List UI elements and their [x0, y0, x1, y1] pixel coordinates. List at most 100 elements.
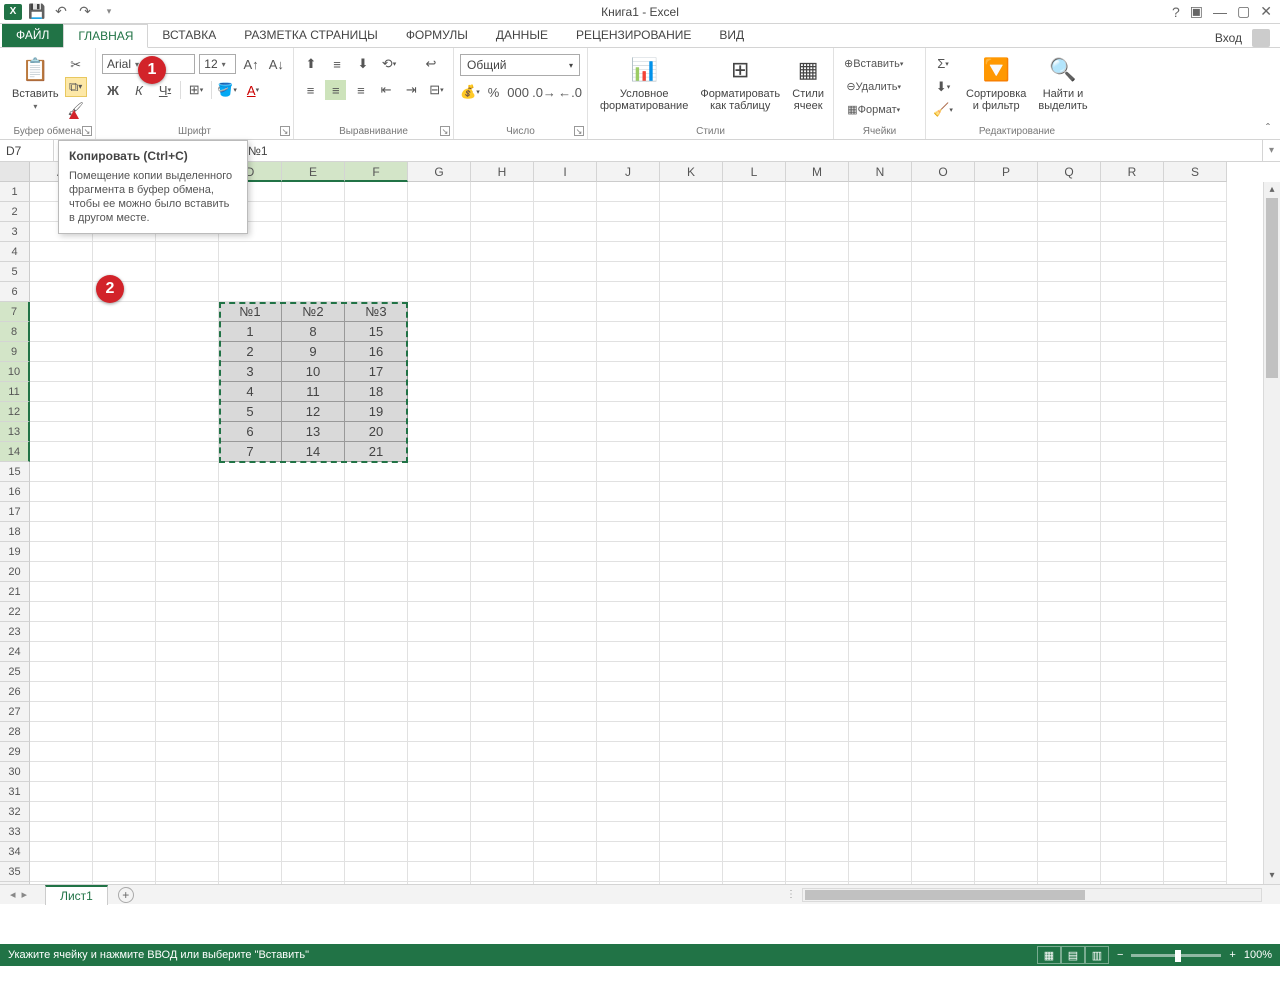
column-header[interactable]: I	[534, 162, 597, 182]
cell[interactable]	[786, 422, 849, 442]
cell[interactable]	[786, 862, 849, 882]
cell[interactable]	[912, 582, 975, 602]
column-header[interactable]: Q	[1038, 162, 1101, 182]
conditional-formatting-button[interactable]: 📊 Условное форматирование	[594, 50, 694, 123]
cell[interactable]	[219, 682, 282, 702]
cell[interactable]	[93, 702, 156, 722]
cell[interactable]	[1164, 862, 1227, 882]
cell[interactable]	[1101, 262, 1164, 282]
cell[interactable]	[1038, 722, 1101, 742]
cell[interactable]	[660, 422, 723, 442]
cell[interactable]	[282, 802, 345, 822]
cell[interactable]	[1164, 302, 1227, 322]
cell[interactable]	[534, 402, 597, 422]
cell[interactable]	[1164, 362, 1227, 382]
cell[interactable]	[660, 342, 723, 362]
cell[interactable]	[219, 742, 282, 762]
column-header[interactable]: N	[849, 162, 912, 182]
cell[interactable]	[30, 842, 93, 862]
cell[interactable]	[93, 582, 156, 602]
cell[interactable]	[408, 822, 471, 842]
cell[interactable]	[660, 442, 723, 462]
cell[interactable]: 5	[219, 402, 282, 422]
cell[interactable]	[597, 602, 660, 622]
cell[interactable]	[408, 362, 471, 382]
cell[interactable]	[597, 742, 660, 762]
cell[interactable]	[723, 582, 786, 602]
cell[interactable]	[723, 402, 786, 422]
cell[interactable]	[849, 262, 912, 282]
cell[interactable]	[1101, 862, 1164, 882]
zoom-slider[interactable]	[1131, 954, 1221, 957]
align-left-button[interactable]: ≡	[300, 80, 321, 100]
cell[interactable]	[975, 262, 1038, 282]
cell[interactable]	[912, 442, 975, 462]
cell[interactable]	[282, 742, 345, 762]
cell[interactable]	[597, 822, 660, 842]
cell[interactable]	[282, 682, 345, 702]
cell[interactable]	[282, 202, 345, 222]
cell[interactable]	[219, 642, 282, 662]
cell[interactable]	[219, 722, 282, 742]
zoom-in-button[interactable]: +	[1229, 949, 1235, 961]
cell[interactable]: 9	[282, 342, 345, 362]
login-link[interactable]: Вход	[1215, 31, 1242, 45]
cell[interactable]	[156, 322, 219, 342]
cell[interactable]	[408, 282, 471, 302]
cell[interactable]	[912, 642, 975, 662]
cell[interactable]	[345, 542, 408, 562]
cell[interactable]	[1038, 482, 1101, 502]
cell[interactable]	[849, 582, 912, 602]
cell[interactable]	[30, 602, 93, 622]
collapse-ribbon-icon[interactable]: ˆ	[1266, 121, 1270, 135]
cell[interactable]	[1038, 342, 1101, 362]
cell[interactable]	[1164, 482, 1227, 502]
cell[interactable]	[282, 622, 345, 642]
cell[interactable]	[471, 242, 534, 262]
cell[interactable]	[597, 442, 660, 462]
cell[interactable]	[1038, 602, 1101, 622]
cell[interactable]	[597, 782, 660, 802]
underline-button[interactable]: Ч▾	[154, 80, 176, 100]
cell[interactable]	[93, 642, 156, 662]
column-header[interactable]: O	[912, 162, 975, 182]
cell[interactable]: 19	[345, 402, 408, 422]
align-top-button[interactable]: ⬆	[300, 54, 322, 74]
cell[interactable]	[849, 402, 912, 422]
cell[interactable]	[660, 842, 723, 862]
cell[interactable]	[156, 242, 219, 262]
cell[interactable]	[1101, 462, 1164, 482]
cell[interactable]	[1164, 262, 1227, 282]
cell[interactable]	[975, 542, 1038, 562]
cell[interactable]	[534, 202, 597, 222]
cell[interactable]	[408, 802, 471, 822]
cell[interactable]	[30, 362, 93, 382]
column-header[interactable]: P	[975, 162, 1038, 182]
cell[interactable]	[534, 582, 597, 602]
number-format-select[interactable]: Общий▾	[460, 54, 580, 76]
cell[interactable]	[219, 862, 282, 882]
cell[interactable]	[30, 462, 93, 482]
cell[interactable]	[534, 742, 597, 762]
inc-decimal-button[interactable]: .0→	[533, 82, 555, 102]
cell[interactable]	[1101, 682, 1164, 702]
dec-decimal-button[interactable]: ←.0	[559, 82, 581, 102]
tab-insert[interactable]: ВСТАВКА	[148, 23, 230, 47]
cell[interactable]	[471, 722, 534, 742]
cell[interactable]	[345, 282, 408, 302]
cell[interactable]	[345, 702, 408, 722]
cell[interactable]	[156, 562, 219, 582]
cell[interactable]	[1164, 382, 1227, 402]
font-color-button[interactable]: A▾	[242, 80, 264, 100]
cell[interactable]	[660, 702, 723, 722]
cell[interactable]	[93, 342, 156, 362]
cell[interactable]: 8	[282, 322, 345, 342]
cell[interactable]	[849, 822, 912, 842]
cell[interactable]	[219, 462, 282, 482]
cell[interactable]	[597, 282, 660, 302]
cell[interactable]	[93, 522, 156, 542]
cell[interactable]	[912, 482, 975, 502]
cell[interactable]	[408, 842, 471, 862]
cell[interactable]	[786, 302, 849, 322]
cell[interactable]	[1101, 702, 1164, 722]
